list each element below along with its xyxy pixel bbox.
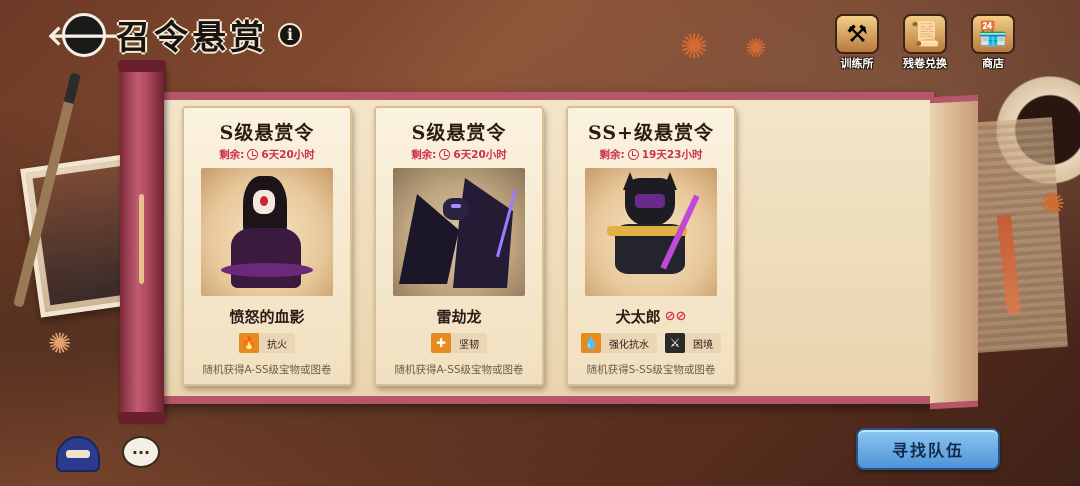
boss-name: 犬太郎 ⊘⊘ — [616, 306, 687, 327]
card-timer: 剩余: 6天20小时 — [219, 147, 315, 162]
bottom-left-controls: ··· — [56, 436, 160, 472]
nav-label: 训练所 — [840, 57, 874, 70]
tenacity-icon: ✚ — [431, 333, 451, 353]
timer-prefix: 剩余: — [219, 149, 245, 161]
find-team-button[interactable]: 寻找队伍 — [856, 428, 1000, 470]
boss-name: 愤怒的血影 — [229, 308, 305, 326]
boss-portrait — [585, 168, 717, 296]
boss-name: 雷劫龙 — [436, 308, 482, 326]
bounty-card[interactable]: S级悬赏令 剩余: 6天20小时 愤怒的血影 🔥 抗火 随机获得A-SS级宝物或… — [182, 106, 352, 386]
timer-prefix: 剩余: — [411, 149, 437, 161]
scroll-rod — [118, 60, 166, 424]
clock-icon — [247, 149, 259, 160]
info-icon: i — [286, 25, 294, 44]
bounty-card[interactable]: SS+级悬赏令 剩余: 19天23小时 犬太郎 ⊘⊘ 💧 强化抗水 ⚔ 困境 随… — [566, 106, 736, 386]
trait-tags: ✚ 坚韧 — [431, 333, 487, 353]
trait-label: 坚韧 — [459, 339, 479, 351]
card-timer: 剩余: 6天20小时 — [411, 147, 507, 162]
clock-icon — [439, 149, 451, 160]
predicament-icon: ⚔ — [665, 333, 685, 353]
back-button[interactable]: 🡐 — [46, 12, 122, 57]
card-reward: 随机获得S-SS级宝物或图卷 — [586, 364, 716, 376]
water-resist-icon: 💧 — [581, 333, 601, 353]
timer-value: 19天23小时 — [641, 149, 703, 161]
bounty-card[interactable]: S级悬赏令 剩余: 6天20小时 雷劫龙 ✚ 坚韧 随机获得A-SS级宝物或图卷 — [374, 106, 544, 386]
ninja-avatar-button[interactable] — [56, 436, 100, 472]
top-nav: ⚒ 训练所 📜 残卷兑换 🏪 商店 — [830, 14, 1020, 71]
maple-leaf-icon: ✺ — [1040, 187, 1066, 222]
chat-icon: ··· — [131, 442, 151, 462]
chat-button[interactable]: ··· — [122, 436, 160, 468]
trait-label: 困境 — [693, 339, 713, 351]
trait-tag: 🔥 抗火 — [239, 333, 295, 353]
timer-prefix: 剩余: — [599, 149, 625, 161]
trait-label: 强化抗水 — [609, 339, 649, 351]
slash-mark-icon: ⊘⊘ — [664, 309, 687, 324]
maple-leaf-icon: ✺ — [745, 34, 767, 64]
card-title: S级悬赏令 — [219, 122, 315, 144]
exchange-icon: 📜 — [903, 14, 947, 54]
trait-tags: 💧 强化抗水 ⚔ 困境 — [581, 333, 721, 353]
nav-shop[interactable]: 🏪 商店 — [966, 14, 1020, 71]
maple-leaf-icon: ✺ — [680, 27, 709, 67]
training-icon: ⚒ — [835, 14, 879, 54]
card-title: S级悬赏令 — [411, 122, 507, 144]
card-reward: 随机获得A-SS级宝物或图卷 — [394, 364, 524, 376]
nav-label: 残卷兑换 — [903, 57, 947, 70]
scroll-rod-ornament — [139, 194, 144, 284]
nav-training[interactable]: ⚒ 训练所 — [830, 14, 884, 71]
trait-tags: 🔥 抗火 — [239, 333, 295, 353]
timer-value: 6天20小时 — [453, 149, 507, 161]
card-title: SS+级悬赏令 — [588, 122, 714, 144]
clock-icon — [627, 149, 639, 160]
trait-tag: ✚ 坚韧 — [431, 333, 487, 353]
boss-portrait — [393, 168, 525, 296]
fire-resist-icon: 🔥 — [239, 333, 259, 353]
timer-value: 6天20小时 — [261, 149, 315, 161]
info-button[interactable]: i — [278, 22, 302, 47]
trait-tag: ⚔ 困境 — [665, 333, 721, 353]
header: 🡐 召令悬赏 i — [46, 10, 302, 59]
card-timer: 剩余: 19天23小时 — [599, 147, 703, 162]
back-arrow-icon: 🡐 — [46, 18, 122, 52]
trait-label: 抗火 — [267, 339, 287, 351]
boss-name-text: 犬太郎 — [615, 308, 661, 326]
nav-label: 商店 — [982, 57, 1004, 70]
scroll-end — [930, 94, 978, 410]
boss-portrait — [201, 168, 333, 296]
page-title: 召令悬赏 — [116, 18, 268, 58]
maple-leaf-icon: ✺ — [48, 327, 72, 360]
card-reward: 随机获得A-SS级宝物或图卷 — [202, 364, 332, 376]
nav-exchange[interactable]: 📜 残卷兑换 — [898, 14, 952, 71]
trait-tag: 💧 强化抗水 — [581, 333, 657, 353]
shop-icon: 🏪 — [971, 14, 1015, 54]
